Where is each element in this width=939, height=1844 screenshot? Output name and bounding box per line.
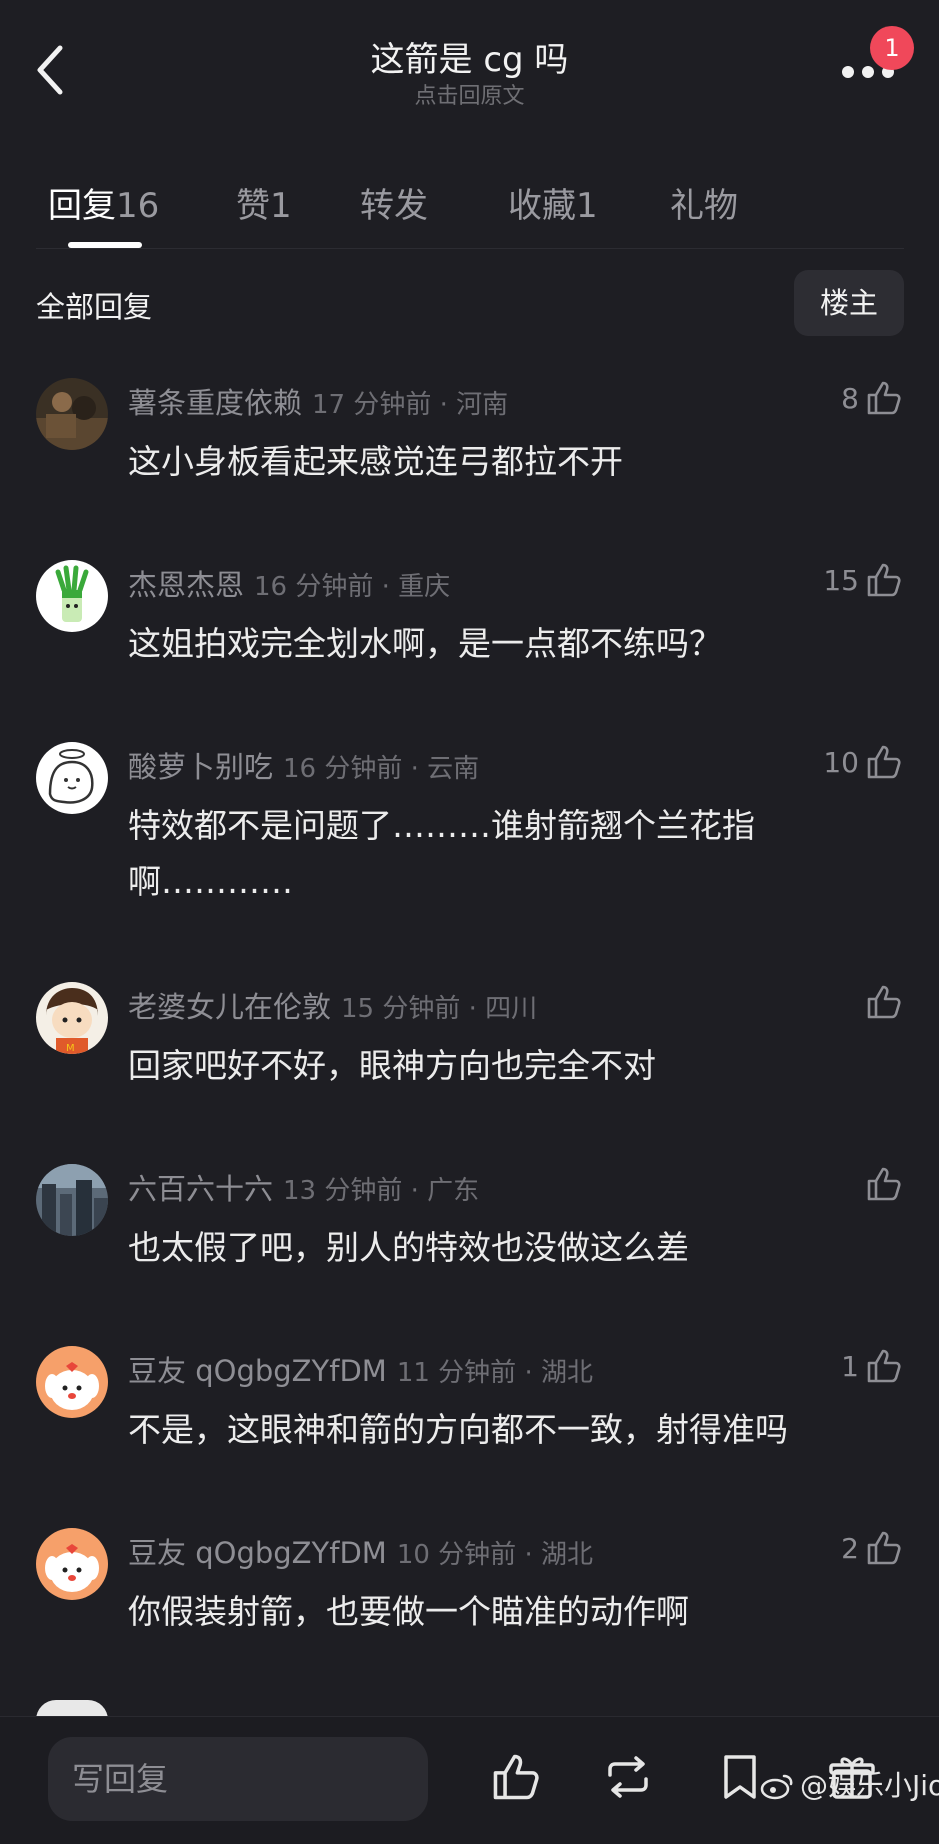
user-avatar[interactable]: M xyxy=(36,982,108,1054)
notification-badge: 1 xyxy=(870,26,914,70)
comment-text: 这小身板看起来感觉连弓都拉不开 xyxy=(128,442,623,481)
svg-text:M: M xyxy=(66,1043,75,1054)
comment-item: 杰恩杰恩 16 分钟前 · 重庆 15 这姐拍戏完全划水啊，是一点都不练吗？ xyxy=(0,560,939,680)
comment-meta: 老婆女儿在伦敦 15 分钟前 · 四川 xyxy=(128,984,537,1026)
photo-avatar-icon xyxy=(36,378,108,450)
username[interactable]: 老婆女儿在伦敦 xyxy=(128,990,331,1024)
comment-time-location: 15 分钟前 · 四川 xyxy=(341,994,538,1024)
tab-reposts[interactable]: 转发 xyxy=(360,178,428,227)
city-avatar-icon xyxy=(36,1164,108,1236)
watermark: @娱乐小Jio xyxy=(800,1769,939,1802)
comment-meta: 豆友 qOgbgZYfDM 10 分钟前 · 湖北 xyxy=(128,1530,593,1572)
owner-filter-button[interactable]: 楼主 xyxy=(794,270,904,336)
comment-time-location: 17 分钟前 · 河南 xyxy=(312,390,509,420)
comment-meta: 酸萝卜别吃 16 分钟前 · 云南 xyxy=(128,744,479,786)
comment-text: 不是，这眼神和箭的方向都不一致，射得准吗 xyxy=(128,1410,788,1449)
comment-item: 豆友 qOgbgZYfDM 11 分钟前 · 湖北 1 不是，这眼神和箭的方向都不… xyxy=(0,1346,939,1466)
comment-item: 酸萝卜别吃 16 分钟前 · 云南 10 特效都不是问题了………谁射箭翘个兰花指啊… xyxy=(0,742,939,912)
tab-label: 礼物 xyxy=(670,186,738,226)
username[interactable]: 豆友 qOgbgZYfDM xyxy=(128,1354,387,1388)
like-count: 1 xyxy=(841,1349,859,1383)
tab-count: 1 xyxy=(576,186,598,226)
like-count: 8 xyxy=(841,381,859,415)
like-button[interactable]: 15 xyxy=(823,560,903,600)
header: 这箭是 cg 吗 点击回原文 1 xyxy=(0,0,939,150)
back-to-original-link[interactable]: 点击回原文 xyxy=(0,78,939,110)
comment-time-location: 10 分钟前 · 湖北 xyxy=(396,1540,593,1570)
like-count: 2 xyxy=(841,1531,859,1565)
reply-input[interactable]: 写回复 xyxy=(48,1737,428,1821)
username[interactable]: 薯条重度依赖 xyxy=(128,386,302,420)
tab-count: 1 xyxy=(270,186,292,226)
section-title: 全部回复 xyxy=(36,290,153,324)
page-title: 这箭是 cg 吗 xyxy=(370,40,569,80)
user-avatar[interactable] xyxy=(36,1346,108,1418)
like-button[interactable]: 1 xyxy=(841,1346,903,1386)
dog-avatar-icon xyxy=(36,1528,108,1600)
user-avatar[interactable] xyxy=(36,742,108,814)
comment-text: 你假装射箭，也要做一个瞄准的动作啊 xyxy=(128,1592,689,1631)
comment-time-location: 11 分钟前 · 湖北 xyxy=(396,1358,593,1388)
user-avatar[interactable] xyxy=(36,560,108,632)
comment-meta: 豆友 qOgbgZYfDM 11 分钟前 · 湖北 xyxy=(128,1348,593,1390)
comment-time-location: 16 分钟前 · 云南 xyxy=(283,754,480,784)
username[interactable]: 豆友 qOgbgZYfDM xyxy=(128,1536,387,1570)
tab-label: 赞 xyxy=(236,186,270,226)
thumbs-up-icon xyxy=(867,985,901,1019)
divider xyxy=(36,248,904,249)
tab-label: 回复 xyxy=(48,186,116,226)
bookmark-icon[interactable] xyxy=(714,1751,766,1803)
thumbs-up-icon xyxy=(867,563,901,597)
comment-text: 特效都不是问题了………谁射箭翘个兰花指啊………… xyxy=(128,806,755,901)
comment-text: 这姐拍戏完全划水啊，是一点都不练吗？ xyxy=(128,624,722,663)
username[interactable]: 杰恩杰恩 xyxy=(128,568,244,602)
cartoon-kid-avatar-icon: M xyxy=(36,982,108,1054)
like-count: 10 xyxy=(823,745,859,779)
tab-likes[interactable]: 赞1 xyxy=(236,178,292,227)
like-button[interactable]: 2 xyxy=(841,1528,903,1568)
thumbs-up-icon xyxy=(867,1531,901,1565)
tab-favorites[interactable]: 收藏1 xyxy=(508,178,598,227)
tab-count: 16 xyxy=(116,186,160,226)
thumbs-up-icon xyxy=(867,381,901,415)
user-avatar[interactable] xyxy=(36,1528,108,1600)
thumbs-up-icon xyxy=(867,745,901,779)
tab-replies[interactable]: 回复16 xyxy=(48,178,159,227)
weibo-icon xyxy=(760,1772,794,1800)
comment-item: 薯条重度依赖 17 分钟前 · 河南 8 这小身板看起来感觉连弓都拉不开 xyxy=(0,378,939,498)
like-button[interactable] xyxy=(859,1164,903,1204)
comment-meta: 杰恩杰恩 16 分钟前 · 重庆 xyxy=(128,562,450,604)
username[interactable]: 酸萝卜别吃 xyxy=(128,750,273,784)
thumbs-up-icon xyxy=(867,1349,901,1383)
dog-avatar-icon xyxy=(36,1346,108,1418)
comment-meta: 薯条重度依赖 17 分钟前 · 河南 xyxy=(128,380,508,422)
tab-bar: 回复16 赞1 转发 收藏1 礼物 xyxy=(0,170,939,250)
comment-item: M 老婆女儿在伦敦 15 分钟前 · 四川 回家吧好不好，眼神方向也完全不对 xyxy=(0,982,939,1102)
comment-time-location: 16 分钟前 · 重庆 xyxy=(254,572,451,602)
like-button[interactable] xyxy=(859,982,903,1022)
ghost-avatar-icon xyxy=(36,742,108,814)
user-avatar[interactable] xyxy=(36,1164,108,1236)
comment-text: 也太假了吧，别人的特效也没做这么差 xyxy=(128,1228,689,1267)
bottom-bar: 写回复 xyxy=(0,1716,939,1844)
like-button[interactable]: 8 xyxy=(841,378,903,418)
comment-text: 回家吧好不好，眼神方向也完全不对 xyxy=(128,1046,656,1085)
like-button[interactable]: 10 xyxy=(823,742,903,782)
comment-item: 六百六十六 13 分钟前 · 广东 也太假了吧，别人的特效也没做这么差 xyxy=(0,1164,939,1284)
tab-label: 转发 xyxy=(360,186,428,226)
green-onion-avatar-icon xyxy=(36,560,108,632)
repost-icon[interactable] xyxy=(602,1751,654,1803)
comment-time-location: 13 分钟前 · 广东 xyxy=(283,1176,480,1206)
dot-icon xyxy=(842,66,854,78)
comment-item: 豆友 qOgbgZYfDM 10 分钟前 · 湖北 2 你假装射箭，也要做一个瞄准… xyxy=(0,1528,939,1648)
like-count: 15 xyxy=(823,563,859,597)
comment-meta: 六百六十六 13 分钟前 · 广东 xyxy=(128,1166,479,1208)
dot-icon xyxy=(862,66,874,78)
like-icon[interactable] xyxy=(490,1751,542,1803)
thumbs-up-icon xyxy=(867,1167,901,1201)
tab-label: 收藏 xyxy=(508,186,576,226)
username[interactable]: 六百六十六 xyxy=(128,1172,273,1206)
user-avatar[interactable] xyxy=(36,378,108,450)
tab-gifts[interactable]: 礼物 xyxy=(670,178,738,227)
